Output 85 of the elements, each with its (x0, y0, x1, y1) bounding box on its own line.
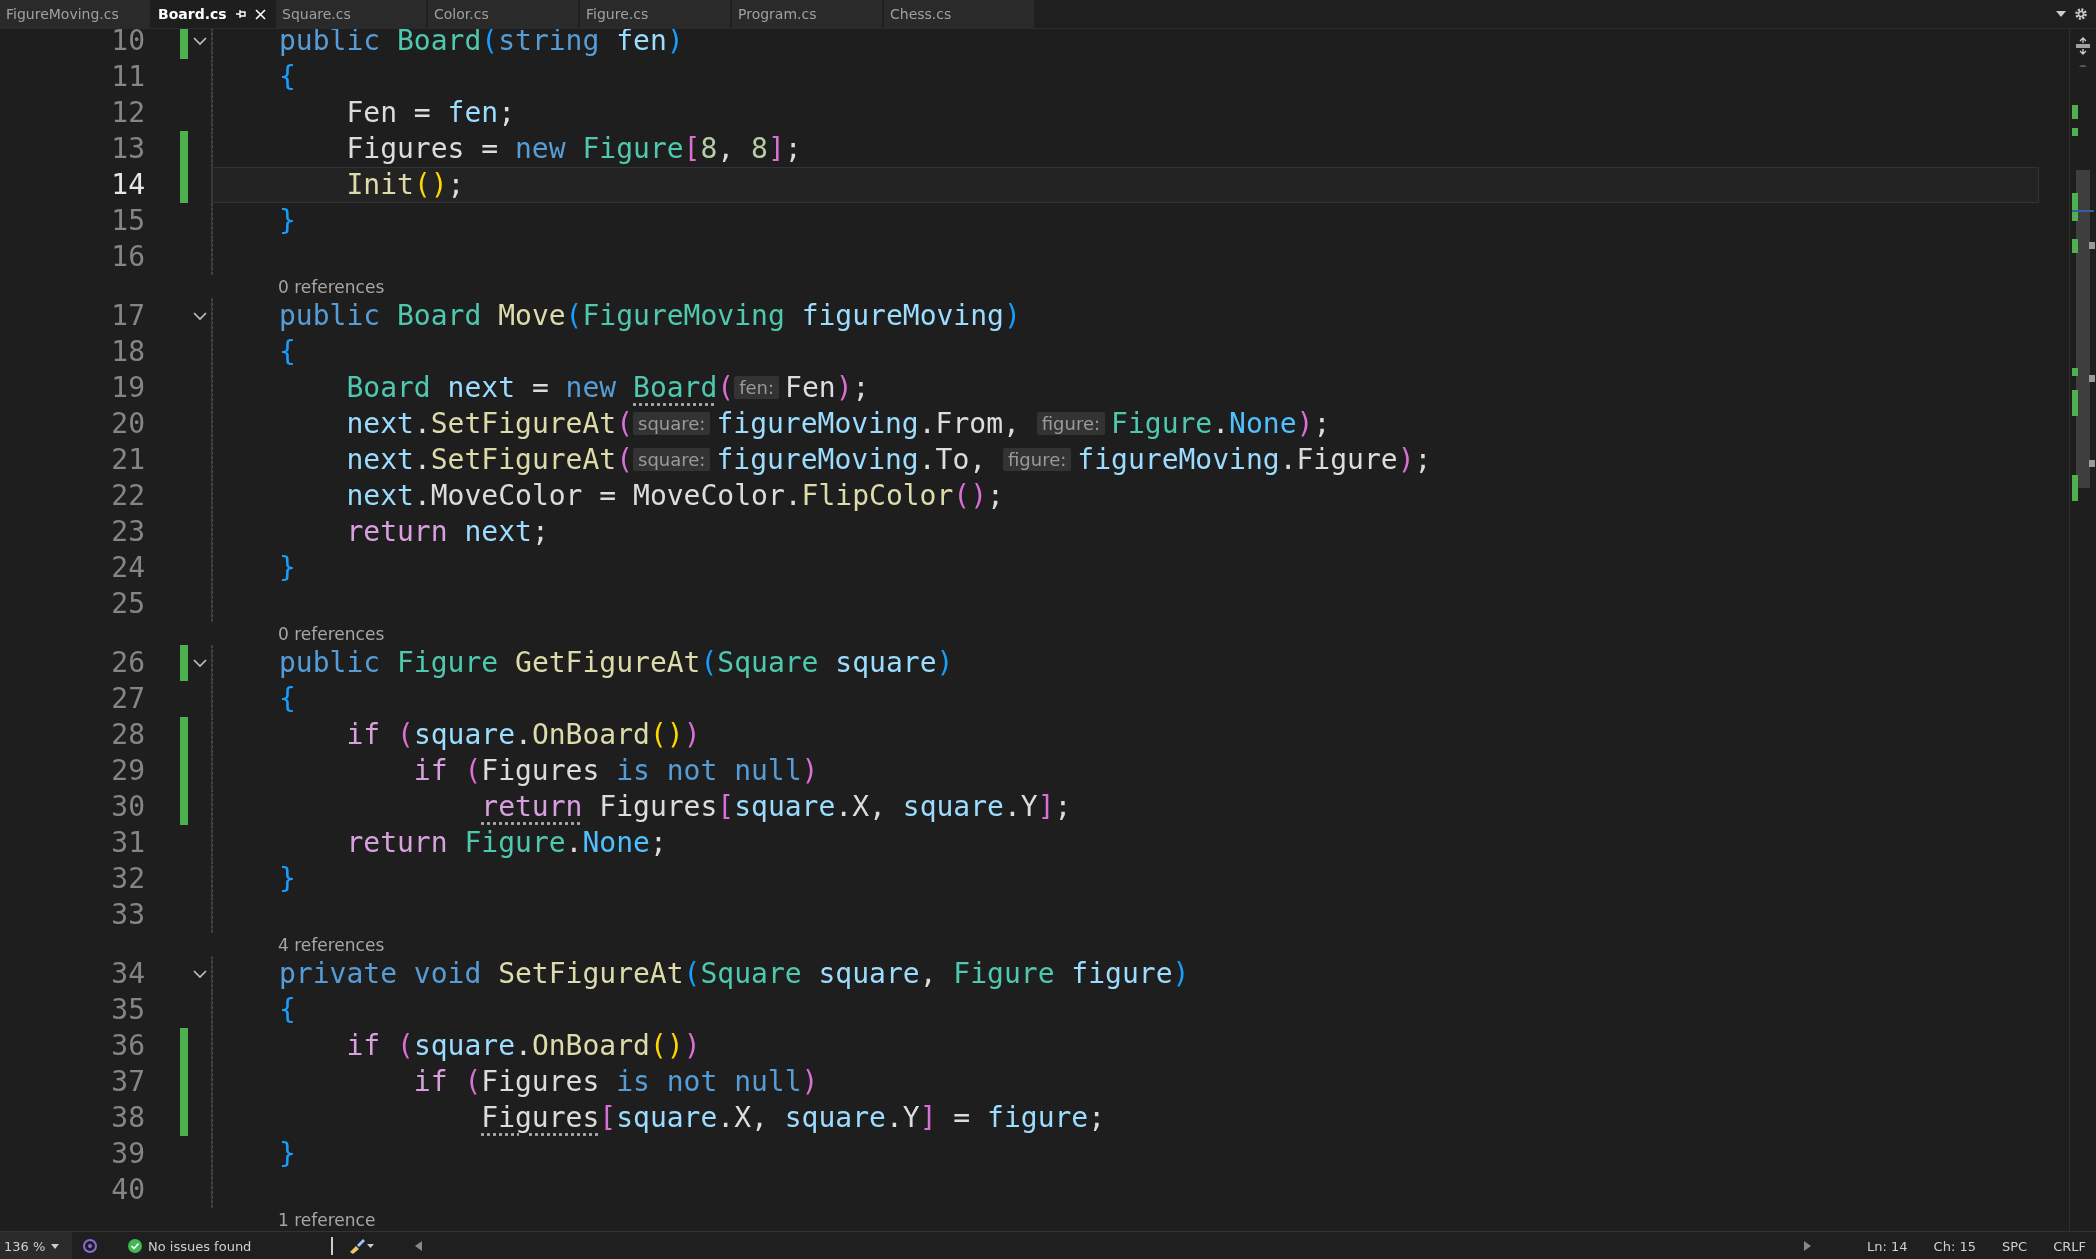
code-line: { (212, 334, 2039, 370)
scroll-left-icon[interactable] (415, 1241, 423, 1251)
code-line: } (212, 861, 2039, 897)
code-line: Fen = fen; (212, 95, 2039, 131)
indent-indicator[interactable]: SPC (2002, 1238, 2028, 1254)
line-number: 26 (110, 645, 145, 681)
split-editor-icon[interactable] (2075, 37, 2091, 55)
code-line: Figures[square.X, square.Y] = figure; (212, 1100, 2039, 1136)
line-number: 20 (110, 406, 145, 442)
zoom-dropdown[interactable]: 136 % (0, 1232, 72, 1259)
line-number: 35 (110, 992, 145, 1028)
line-number: 21 (110, 442, 145, 478)
column-indicator[interactable]: Ch: 15 (1933, 1238, 1976, 1254)
code-line: return Figures[square.X, square.Y]; (212, 789, 2039, 825)
file-tab[interactable]: Program.cs (732, 0, 882, 28)
code-line: public Board(string fen) (212, 29, 2039, 59)
caret-icon (51, 1243, 60, 1249)
line-number: 29 (110, 753, 145, 789)
line-number: 33 (110, 897, 145, 933)
scroll-right-icon[interactable] (1804, 1241, 1812, 1251)
settings-icon[interactable] (2074, 7, 2088, 21)
file-tab[interactable]: Chess.cs (884, 0, 1034, 28)
code-line: { (212, 992, 2039, 1028)
fold-chevron-icon[interactable] (192, 969, 207, 979)
file-tab[interactable]: Figure.cs (580, 0, 730, 28)
code-line: } (212, 550, 2039, 586)
file-tab[interactable]: Color.cs (428, 0, 578, 28)
line-number: 12 (110, 95, 145, 131)
line-number: 36 (110, 1028, 145, 1064)
code-line: { (212, 681, 2039, 717)
file-tab[interactable]: Square.cs (276, 0, 426, 28)
code-line: next.SetFigureAt( $^{square:}$ figureMoving.From, $^{figure:}$ Figure.None); (212, 406, 2039, 442)
check-circle-icon (128, 1239, 142, 1253)
line-number: 28 (110, 717, 145, 753)
code-line: } (212, 1136, 2039, 1172)
fold-chevron-icon[interactable] (192, 311, 207, 321)
line-number: 22 (110, 478, 145, 514)
line-number: 16 (110, 239, 145, 275)
line-number: 19 (110, 370, 145, 406)
code-lens-link[interactable]: 4 references (278, 934, 385, 955)
line-indicator[interactable]: Ln: 14 (1867, 1238, 1908, 1254)
code-line: { (212, 59, 2039, 95)
code-line: private void SetFigureAt(Square square, Figure figure) (212, 956, 2039, 992)
line-number: 27 (110, 681, 145, 717)
line-number: 39 (110, 1136, 145, 1172)
code-line: next.MoveColor = MoveColor.FlipColor(); (212, 478, 2039, 514)
line-number: 13 (110, 131, 145, 167)
code-line: if (Figures is not null) (212, 1064, 2039, 1100)
line-number: 11 (110, 59, 145, 95)
line-number: 37 (110, 1064, 145, 1100)
line-number: 15 (110, 203, 145, 239)
code-line: if (square.OnBoard()) (212, 717, 2039, 753)
line-number: 38 (110, 1100, 145, 1136)
issues-status[interactable]: No issues found (148, 1238, 252, 1254)
code-lens-link[interactable]: 0 references (278, 623, 385, 644)
code-line: if (Figures is not null) (212, 753, 2039, 789)
line-number: 30 (110, 789, 145, 825)
code-line: Board next = new Board( $^{fen:}$ Fen); (212, 370, 2039, 406)
code-line: public Figure GetFigureAt(Square square) (212, 645, 2039, 681)
code-line: next.SetFigureAt( $^{square:}$ figureMoving.To, $^{figure:}$ figureMoving.Figure); (212, 442, 2039, 478)
code-lens-link[interactable]: 0 references (278, 276, 385, 297)
line-number: 25 (110, 586, 145, 622)
fold-chevron-icon[interactable] (192, 658, 207, 668)
code-line: return next; (212, 514, 2039, 550)
line-number: 34 (110, 956, 145, 992)
line-ending-indicator[interactable]: CRLF (2053, 1238, 2086, 1254)
code-line: public Board Move(FigureMoving figureMoving) (212, 298, 2039, 334)
line-number: 17 (110, 298, 145, 334)
line-number: 14 (110, 167, 145, 203)
line-number: 40 (110, 1172, 145, 1208)
code-line: return Figure.None; (212, 825, 2039, 861)
line-number: 10 (110, 29, 145, 59)
close-icon[interactable] (254, 8, 266, 20)
code-lens-link[interactable]: 1 reference (278, 1209, 376, 1230)
file-tab[interactable]: FigureMoving.cs (0, 0, 150, 28)
code-line: if (square.OnBoard()) (212, 1028, 2039, 1064)
code-line: } (212, 203, 2039, 239)
line-number: 23 (110, 514, 145, 550)
line-number: 24 (110, 550, 145, 586)
fold-chevron-icon[interactable] (192, 36, 207, 46)
line-number: 32 (110, 861, 145, 897)
dropdown-caret-icon[interactable] (2056, 11, 2066, 17)
pin-icon[interactable] (234, 9, 247, 19)
line-number: 18 (110, 334, 145, 370)
line-number: 31 (110, 825, 145, 861)
